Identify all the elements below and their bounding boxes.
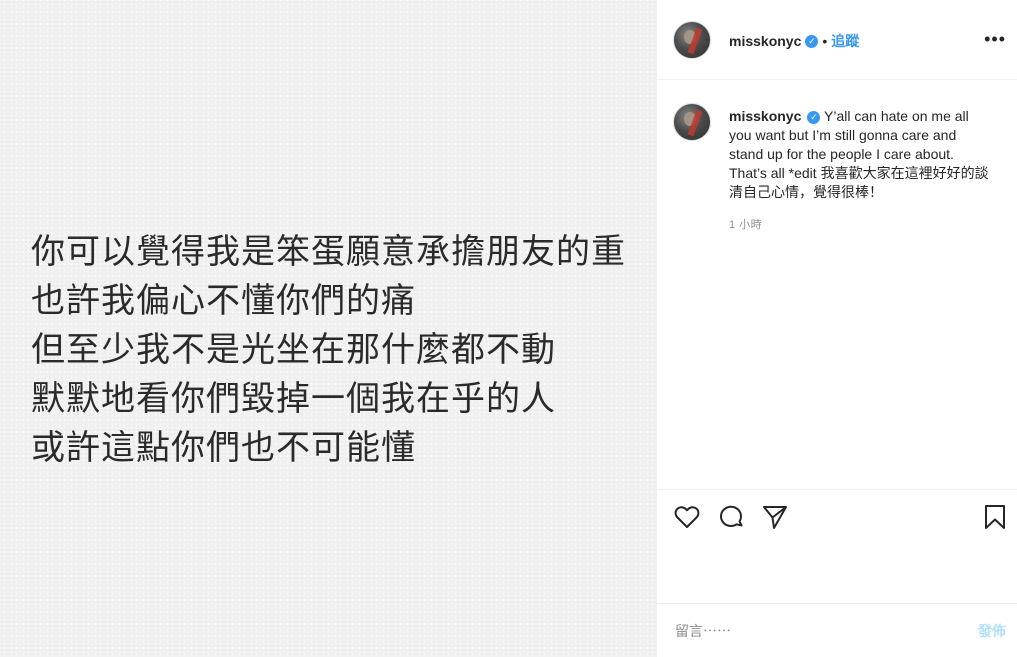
post-image[interactable]: 你可以覺得我是笨蛋願意承擔朋友的重 也許我偏心不懂你們的痛 但至少我不是光坐在那… [0,0,656,657]
post-image-line: 或許這點你們也不可能懂 [31,428,416,468]
comment-divider [657,603,1017,604]
post-image-line: 默默地看你們毀掉一個我在乎的人 [31,379,556,419]
actions-divider [657,489,1017,490]
bookmark-icon[interactable] [981,503,1009,531]
caption: misskonyc ✓ Y’all can hate on me all you … [729,107,989,202]
comment-icon[interactable] [717,503,745,531]
caption-avatar[interactable] [673,103,711,141]
comment-input[interactable] [675,619,955,643]
follow-button[interactable]: 追蹤 [831,33,859,49]
verified-badge-icon: ✓ [807,110,821,124]
avatar[interactable] [673,21,711,59]
post-sidebar: misskonyc ✓ • 追蹤 ••• misskonyc ✓ Y’all can h… [657,0,1017,657]
post-image-line: 但至少我不是光坐在那什麼都不動 [31,330,556,370]
post-image-text: 你可以覺得我是笨蛋願意承擔朋友的重 也許我偏心不懂你們的痛 但至少我不是光坐在那… [31,228,626,473]
post-image-line: 你可以覺得我是笨蛋願意承擔朋友的重 [31,232,626,272]
header-user-row: misskonyc ✓ • 追蹤 [729,31,859,51]
header-username[interactable]: misskonyc [729,33,801,49]
post-comment-button[interactable]: 發佈 [978,621,1006,641]
verified-badge-icon: ✓ [805,35,819,49]
separator-dot: • [822,33,828,49]
caption-username[interactable]: misskonyc [729,108,801,124]
post-time[interactable]: 1 小時 [729,216,762,232]
heart-icon[interactable] [673,503,701,531]
post-image-line: 也許我偏心不懂你們的痛 [31,281,416,321]
share-icon[interactable] [761,503,789,531]
more-options-icon[interactable]: ••• [984,30,1006,48]
post-header: misskonyc ✓ • 追蹤 ••• [657,0,1017,80]
